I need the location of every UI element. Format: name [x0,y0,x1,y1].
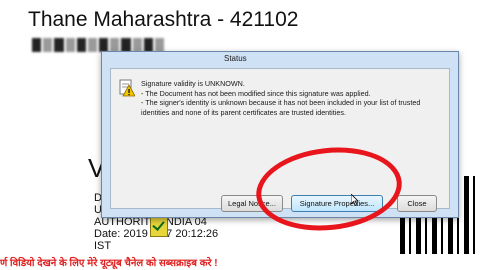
close-button[interactable]: Close [397,195,437,212]
document-heading: Thane Maharashtra - 421102 [28,8,299,31]
document-unmodified-note: - The Document has not been modified sin… [141,88,371,98]
dialog-title: Status [224,54,247,63]
warning-certificate-icon [119,79,135,97]
validity-summary: Signature validity is UNKNOWN. [141,79,245,88]
redacted-phone-number [32,38,165,52]
signer-identity-note: - The signer's identity is unknown becau… [141,98,421,117]
subscribe-banner-text: र्ण विडियो देखने के लिए मेरे यूट्यूब चैन… [0,258,218,269]
dialog-titlebar[interactable]: Status [102,52,458,68]
signature-line: Date: 2019 1 27 20:12:26 [94,228,219,240]
signature-status-message: Signature validity is UNKNOWN. - The Doc… [141,79,439,117]
signature-line: IST [94,240,112,252]
subscribe-banner: र्ण विडियो देखने के लिए मेरे यूट्यूब चैन… [0,254,480,270]
mouse-cursor-icon [351,194,359,206]
